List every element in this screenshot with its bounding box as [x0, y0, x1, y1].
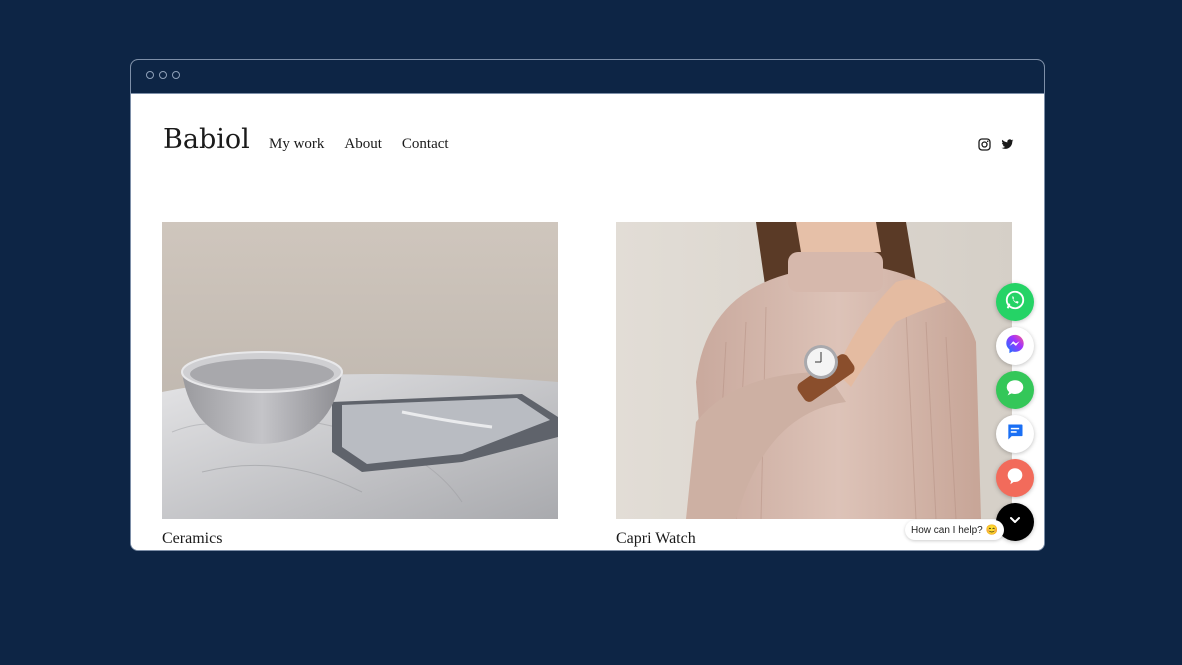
capri-watch-caption[interactable]: Capri Watch	[616, 530, 696, 548]
whatsapp-button[interactable]	[996, 283, 1034, 321]
window-titlebar	[131, 60, 1044, 94]
sms-icon	[1005, 422, 1025, 446]
capri-watch-image[interactable]	[616, 222, 1012, 519]
twitter-icon[interactable]	[1001, 136, 1014, 149]
nav-about[interactable]: About	[344, 136, 382, 153]
instagram-icon[interactable]	[978, 136, 991, 151]
window-minimize-dot[interactable]	[159, 71, 167, 79]
window-close-dot[interactable]	[146, 71, 154, 79]
site-logo[interactable]: Babiol	[163, 124, 250, 155]
sms-button[interactable]	[996, 415, 1034, 453]
help-bubble[interactable]: How can I help? 😊	[905, 520, 1004, 540]
whatsapp-icon	[1004, 289, 1026, 315]
imessage-button[interactable]	[996, 371, 1034, 409]
ceramics-caption[interactable]: Ceramics	[162, 530, 222, 548]
ceramics-image[interactable]	[162, 222, 558, 519]
messenger-icon	[1004, 333, 1026, 359]
livechat-button[interactable]	[996, 459, 1034, 497]
imessage-icon	[1004, 377, 1026, 403]
chevron-down-icon	[1007, 512, 1023, 532]
social-links	[978, 136, 1014, 151]
main-nav: My work About Contact	[269, 136, 449, 153]
livechat-icon	[1004, 465, 1026, 491]
messenger-button[interactable]	[996, 327, 1034, 365]
nav-contact[interactable]: Contact	[402, 136, 449, 153]
window-maximize-dot[interactable]	[172, 71, 180, 79]
browser-window: Babiol My work About Contact Ceramics Ca…	[130, 59, 1045, 551]
nav-my-work[interactable]: My work	[269, 136, 324, 153]
website-page: Babiol My work About Contact Ceramics Ca…	[131, 94, 1044, 550]
